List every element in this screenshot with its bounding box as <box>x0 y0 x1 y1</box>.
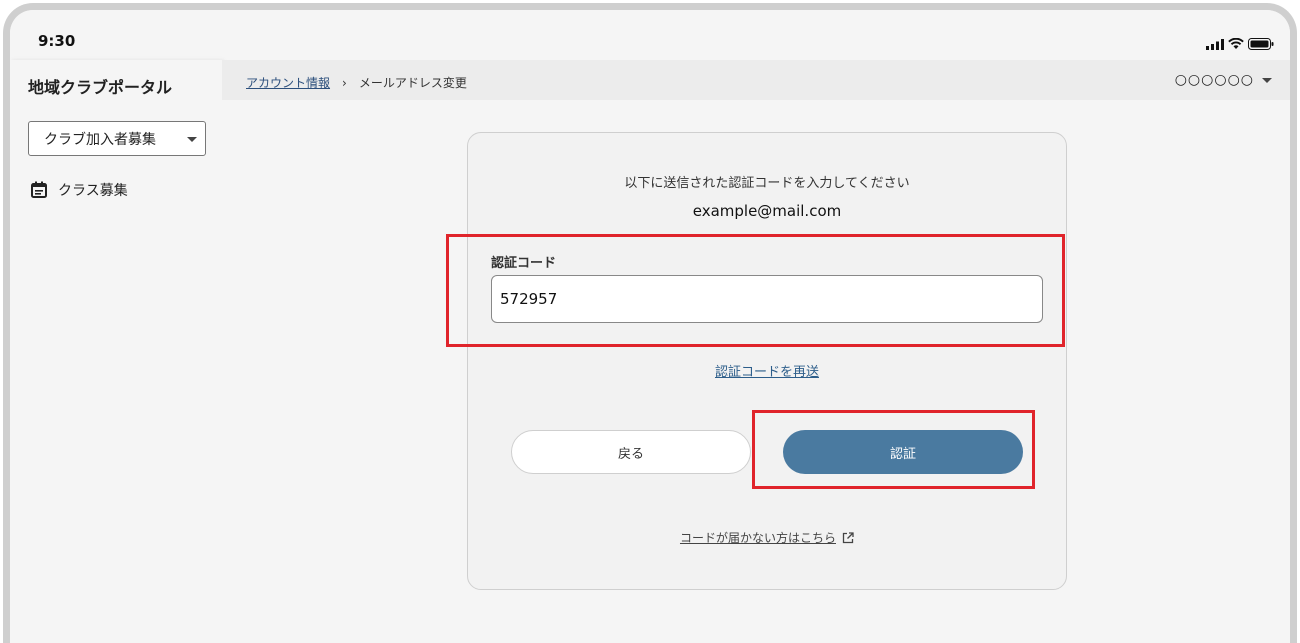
status-time: 9:30 <box>38 32 76 50</box>
chevron-down-icon <box>1262 77 1272 83</box>
external-link-icon <box>842 531 854 543</box>
main-content: 以下に送信された認証コードを入力してください example@mail.com … <box>222 100 1290 643</box>
chevron-down-icon <box>187 137 197 142</box>
breadcrumb-current: メールアドレス変更 <box>358 76 467 90</box>
breadcrumb: アカウント情報 › メールアドレス変更 <box>246 74 467 91</box>
help-link[interactable]: コードが届かない方はこちら <box>468 529 1066 546</box>
sidebar-item-label: クラス募集 <box>58 183 128 199</box>
verification-card: 以下に送信された認証コードを入力してください example@mail.com … <box>467 132 1067 590</box>
status-icons <box>1206 38 1274 50</box>
battery-icon <box>1248 38 1274 50</box>
signal-icon <box>1206 39 1224 50</box>
app-title: 地域クラブポータル <box>28 78 173 97</box>
instruction-text: 以下に送信された認証コードを入力してください <box>624 176 910 191</box>
device-frame: 9:30 地域クラブポータル クラブ加入者募集 クラス募集 アカウント情報 › … <box>3 3 1297 643</box>
user-name: ○○○○○○ <box>1174 72 1254 88</box>
club-select[interactable]: クラブ加入者募集 <box>28 121 206 156</box>
code-label: 認証コード <box>491 256 557 271</box>
status-bar: 9:30 <box>10 10 1290 60</box>
topbar: アカウント情報 › メールアドレス変更 ○○○○○○ <box>222 60 1290 100</box>
help-link-label: コードが届かない方はこちら <box>679 531 836 545</box>
back-button[interactable]: 戻る <box>511 430 751 474</box>
resend-code-link[interactable]: 認証コードを再送 <box>468 361 1066 380</box>
sidebar: 地域クラブポータル クラブ加入者募集 クラス募集 <box>10 60 222 643</box>
breadcrumb-account-info[interactable]: アカウント情報 <box>246 74 330 91</box>
chevron-right-icon: › <box>342 75 347 90</box>
code-input[interactable] <box>491 275 1043 323</box>
calendar-icon <box>31 181 47 198</box>
user-menu[interactable]: ○○○○○○ <box>1175 72 1272 88</box>
club-select-value: クラブ加入者募集 <box>44 131 156 148</box>
wifi-icon <box>1228 38 1244 49</box>
target-email: example@mail.com <box>692 202 842 220</box>
verify-button[interactable]: 認証 <box>783 430 1023 474</box>
sidebar-item-class-recruitment[interactable]: クラス募集 <box>30 180 128 200</box>
